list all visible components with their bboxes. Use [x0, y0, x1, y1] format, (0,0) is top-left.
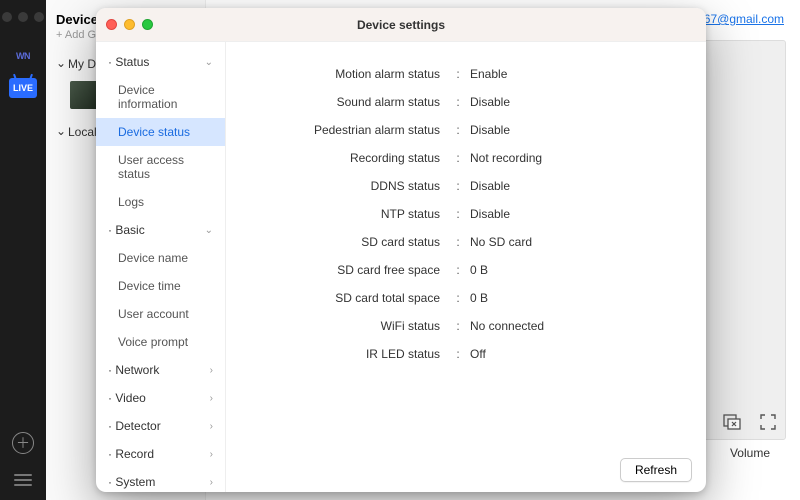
nav-status[interactable]: Status ⌄	[96, 48, 225, 76]
row-sd-card: SD card status:No SD card	[226, 228, 690, 256]
nav-user-account[interactable]: User account	[96, 300, 225, 328]
status-value: No SD card	[470, 235, 690, 249]
status-key: Sound alarm status	[226, 95, 446, 109]
nav-logs[interactable]: Logs	[96, 188, 225, 216]
colon: :	[446, 319, 470, 333]
nav-device-status[interactable]: Device status	[96, 118, 225, 146]
status-key: Pedestrian alarm status	[226, 123, 446, 137]
row-sd-free: SD card free space:0 B	[226, 256, 690, 284]
status-value: 0 B	[470, 263, 690, 277]
chevron-right-icon: ›	[210, 421, 213, 432]
status-key: NTP status	[226, 207, 446, 221]
status-key: DDNS status	[226, 179, 446, 193]
close-icon[interactable]	[106, 19, 117, 30]
modal-title: Device settings	[96, 18, 706, 32]
colon: :	[446, 67, 470, 81]
app-logo: WN	[10, 46, 36, 66]
live-tab[interactable]: LIVE	[9, 78, 37, 98]
row-sound-alarm: Sound alarm status:Disable	[226, 88, 690, 116]
row-sd-total: SD card total space:0 B	[226, 284, 690, 312]
chevron-down-icon: ⌄	[205, 57, 213, 68]
nav-network[interactable]: Network ›	[96, 356, 225, 384]
layout-icon[interactable]	[722, 414, 742, 430]
nav-label: Detector	[108, 419, 161, 433]
row-recording: Recording status:Not recording	[226, 144, 690, 172]
row-pedestrian-alarm: Pedestrian alarm status:Disable	[226, 116, 690, 144]
status-value: Disable	[470, 179, 690, 193]
chevron-down-icon: ⌄	[56, 124, 64, 138]
nav-device-time[interactable]: Device time	[96, 272, 225, 300]
status-value: Enable	[470, 67, 690, 81]
status-value: Off	[470, 347, 690, 361]
colon: :	[446, 291, 470, 305]
colon: :	[446, 151, 470, 165]
fullscreen-icon[interactable]	[758, 414, 778, 430]
traffic-lights	[106, 19, 153, 30]
zoom-icon[interactable]	[142, 19, 153, 30]
nav-device-information[interactable]: Device information	[96, 76, 225, 118]
nav-detector[interactable]: Detector ›	[96, 412, 225, 440]
colon: :	[446, 179, 470, 193]
nav-label: Network	[108, 363, 159, 377]
status-value: No connected	[470, 319, 690, 333]
chevron-right-icon: ›	[210, 477, 213, 488]
refresh-button[interactable]: Refresh	[620, 458, 692, 482]
settings-content: Motion alarm status:Enable Sound alarm s…	[226, 42, 706, 492]
nav-basic[interactable]: Basic ⌄	[96, 216, 225, 244]
chevron-down-icon: ⌄	[205, 225, 213, 236]
nav-voice-prompt[interactable]: Voice prompt	[96, 328, 225, 356]
settings-nav: Status ⌄ Device information Device status…	[96, 42, 226, 492]
nav-record[interactable]: Record ›	[96, 440, 225, 468]
bg-traffic-lights	[2, 6, 44, 36]
status-key: IR LED status	[226, 347, 446, 361]
status-value: Disable	[470, 123, 690, 137]
colon: :	[446, 347, 470, 361]
nav-video[interactable]: Video ›	[96, 384, 225, 412]
nav-device-name[interactable]: Device name	[96, 244, 225, 272]
add-button[interactable]: ＋	[12, 432, 34, 454]
chevron-right-icon: ›	[210, 393, 213, 404]
chevron-right-icon: ›	[210, 449, 213, 460]
status-value: Disable	[470, 207, 690, 221]
row-ddns: DDNS status:Disable	[226, 172, 690, 200]
colon: :	[446, 123, 470, 137]
nav-system[interactable]: System ›	[96, 468, 225, 492]
nav-label: Status	[108, 55, 149, 69]
left-rail: WN LIVE ＋	[0, 0, 46, 500]
chevron-down-icon: ⌄	[56, 56, 64, 70]
row-ntp: NTP status:Disable	[226, 200, 690, 228]
colon: :	[446, 263, 470, 277]
status-key: SD card free space	[226, 263, 446, 277]
row-wifi: WiFi status:No connected	[226, 312, 690, 340]
status-key: Motion alarm status	[226, 67, 446, 81]
traffic-light-dim	[18, 12, 28, 22]
colon: :	[446, 235, 470, 249]
row-ir-led: IR LED status:Off	[226, 340, 690, 368]
chevron-right-icon: ›	[210, 365, 213, 376]
minimize-icon[interactable]	[124, 19, 135, 30]
nav-label: System	[108, 475, 155, 489]
volume-label: Volume	[730, 446, 770, 460]
colon: :	[446, 95, 470, 109]
traffic-light-dim	[2, 12, 12, 22]
nav-label: Record	[108, 447, 154, 461]
status-value: 0 B	[470, 291, 690, 305]
menu-icon[interactable]	[14, 474, 32, 486]
row-motion-alarm: Motion alarm status:Enable	[226, 60, 690, 88]
status-key: SD card total space	[226, 291, 446, 305]
status-key: WiFi status	[226, 319, 446, 333]
nav-user-access-status[interactable]: User access status	[96, 146, 225, 188]
nav-label: Basic	[108, 223, 145, 237]
device-settings-window: Device settings Status ⌄ Device informati…	[96, 8, 706, 492]
nav-label: Video	[108, 391, 146, 405]
tree-label: Local	[68, 125, 97, 139]
status-value: Not recording	[470, 151, 690, 165]
status-key: Recording status	[226, 151, 446, 165]
modal-titlebar[interactable]: Device settings	[96, 8, 706, 42]
status-key: SD card status	[226, 235, 446, 249]
traffic-light-dim	[34, 12, 44, 22]
status-value: Disable	[470, 95, 690, 109]
colon: :	[446, 207, 470, 221]
tree-label: My D	[68, 57, 96, 71]
